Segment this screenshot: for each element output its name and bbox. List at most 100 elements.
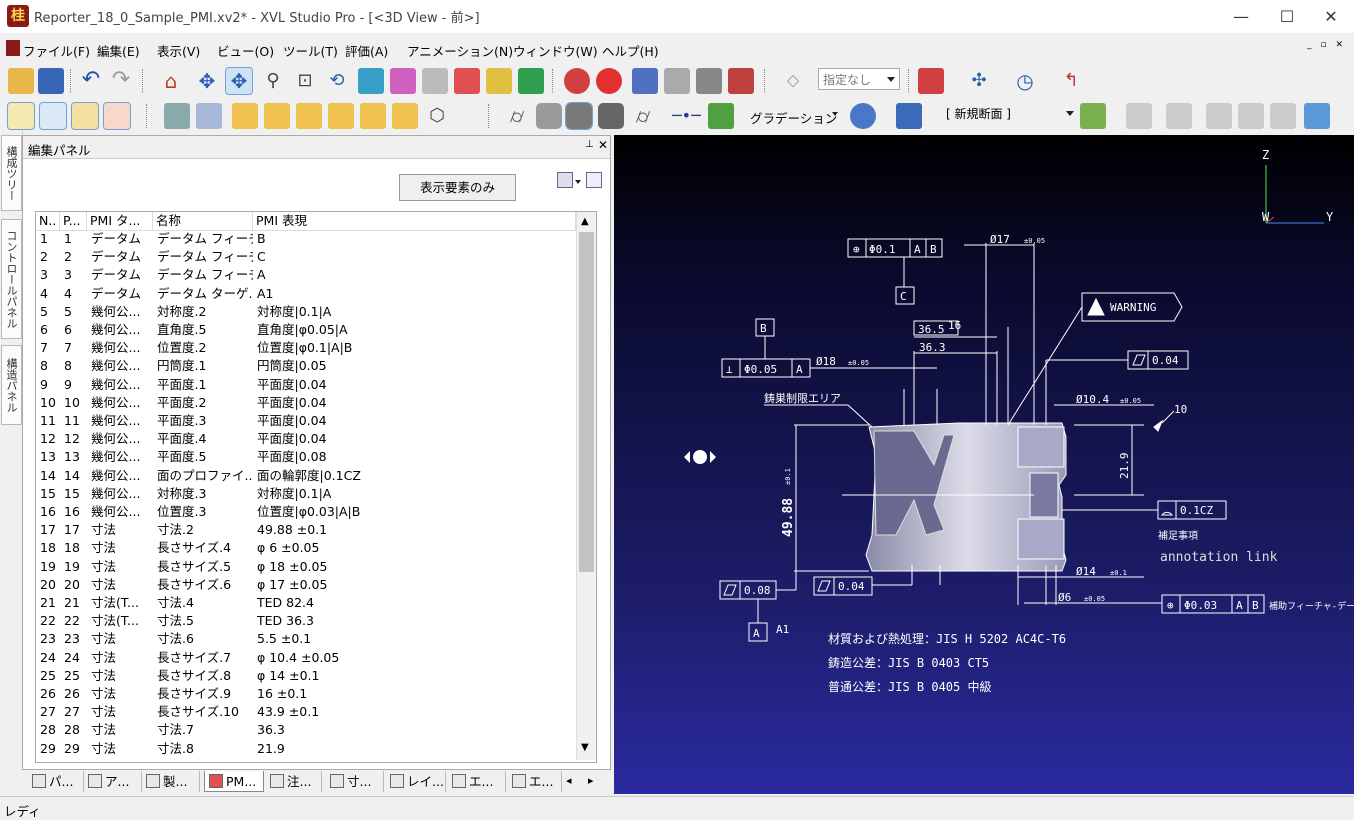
zoom-icon[interactable]: ⚲: [260, 68, 286, 94]
tab-layers[interactable]: レイ...: [386, 771, 446, 792]
columns-icon[interactable]: [557, 172, 573, 188]
view-front-icon[interactable]: [232, 103, 258, 129]
select-part-icon[interactable]: [358, 68, 384, 94]
table-row[interactable]: 22 データムデータム フィーチ...C: [36, 248, 576, 266]
document-icon[interactable]: [6, 40, 20, 56]
table-row[interactable]: 5 5 幾何公... 対称度.2 対称度|0.1|A: [36, 303, 576, 321]
section-icon[interactable]: [632, 68, 658, 94]
pan-icon[interactable]: ✥: [194, 68, 220, 94]
view-right-icon[interactable]: [328, 103, 354, 129]
panel-close-icon[interactable]: ✕: [598, 138, 608, 152]
sphere-icon[interactable]: [564, 68, 590, 94]
maximize-button[interactable]: ☐: [1264, 0, 1310, 33]
table-row[interactable]: 28 28 寸法 寸法.7 36.3: [36, 721, 576, 739]
open-icon[interactable]: [8, 68, 34, 94]
tab-notes[interactable]: 注...: [266, 771, 322, 792]
rotate-icon[interactable]: ✥: [225, 67, 253, 95]
table-row[interactable]: 7 7 幾何公... 位置度.2 位置度|φ0.1|A|B: [36, 339, 576, 357]
table-row[interactable]: 11 11 幾何公... 平面度.3 平面度|0.04: [36, 412, 576, 430]
table-row[interactable]: 9 9 幾何公... 平面度.1 平面度|0.04: [36, 376, 576, 394]
table-row[interactable]: 8 8 幾何公... 円筒度.1 円筒度|0.05: [36, 357, 576, 375]
filter-icon[interactable]: ⬦: [780, 68, 806, 94]
explode-icon[interactable]: [918, 68, 944, 94]
gradation-icon[interactable]: [708, 103, 734, 129]
table-row[interactable]: 20 20 寸法 長さサイズ.6 φ 17 ±0.05: [36, 576, 576, 594]
tab-structure-tree[interactable]: 構成ツリー: [1, 135, 22, 211]
mdi-window-buttons[interactable]: _ ▫ ✕: [1307, 40, 1346, 50]
pmi-icon[interactable]: [454, 68, 480, 94]
column-header[interactable]: N..: [36, 212, 60, 230]
table-row[interactable]: 12 12 幾何公... 平面度.4 平面度|0.04: [36, 430, 576, 448]
clearance-icon[interactable]: [728, 68, 754, 94]
hidden-line-icon[interactable]: [598, 103, 624, 129]
section-tool2-icon[interactable]: [1166, 103, 1192, 129]
part-model[interactable]: [865, 422, 1067, 572]
transparent-icon[interactable]: ⌭: [630, 103, 656, 129]
menu-help[interactable]: ヘルプ(H): [602, 41, 659, 60]
reset-icon[interactable]: ↰: [1058, 68, 1084, 94]
table-row[interactable]: 14 14 幾何公... 面のプロファイ... 面の輪郭度|0.1CZ: [36, 467, 576, 485]
move-icon[interactable]: ✣: [966, 68, 992, 94]
close-button[interactable]: ✕: [1308, 0, 1354, 33]
section-tool6-icon[interactable]: [1304, 103, 1330, 129]
table-row[interactable]: 24 24 寸法 長さサイズ.7 φ 10.4 ±0.05: [36, 649, 576, 667]
redo-icon[interactable]: ↷: [108, 68, 134, 94]
table-row[interactable]: 21 21 寸法(T... 寸法.4 TED 82.4: [36, 594, 576, 612]
markup-icon[interactable]: [486, 68, 512, 94]
3d-viewport[interactable]: Z Y W ⊕ Φ0.1 A B C Ø17 ±0.05 WARNING 36.…: [614, 135, 1354, 794]
table-row[interactable]: 22 22 寸法(T... 寸法.5 TED 36.3: [36, 612, 576, 630]
tab-dimensions[interactable]: 寸...: [326, 771, 384, 792]
zoom-box-icon[interactable]: ⊡: [292, 68, 318, 94]
table-row[interactable]: 33 データムデータム フィーチ...A: [36, 266, 576, 284]
column-header[interactable]: PMI タ...: [87, 212, 153, 230]
section-tool4-icon[interactable]: [1238, 103, 1264, 129]
scroll-thumb[interactable]: [579, 232, 594, 572]
wireframe-icon[interactable]: ⌭: [504, 103, 530, 129]
vertical-scrollbar[interactable]: ▲ ▼: [576, 212, 596, 760]
table-row[interactable]: 23 23 寸法 寸法.6 5.5 ±0.1: [36, 630, 576, 648]
view-bottom-icon[interactable]: [392, 103, 418, 129]
edit-panel-icon[interactable]: [71, 102, 99, 130]
tab-elements[interactable]: エ...: [448, 771, 506, 792]
list-view-icon[interactable]: [586, 172, 602, 188]
distance-icon[interactable]: [664, 68, 690, 94]
display-mode-icon[interactable]: [164, 103, 190, 129]
table-row[interactable]: 16 16 幾何公... 位置度.3 位置度|φ0.03|A|B: [36, 503, 576, 521]
column-header[interactable]: 名称: [153, 212, 253, 230]
scroll-down-icon[interactable]: ▼: [581, 742, 589, 753]
table-row[interactable]: 26 26 寸法 長さサイズ.9 16 ±0.1: [36, 685, 576, 703]
tab-elements-2[interactable]: エ...: [508, 771, 562, 792]
undo-icon[interactable]: ↶: [78, 68, 104, 94]
tab-pmi[interactable]: PM...: [204, 771, 264, 792]
view-back-icon[interactable]: [264, 103, 290, 129]
table-row[interactable]: 4 4 データム データム ターゲ... A1: [36, 285, 576, 303]
minimize-button[interactable]: —: [1218, 0, 1264, 33]
pmi-drawing[interactable]: Z Y W ⊕ Φ0.1 A B C Ø17 ±0.05 WARNING 36.…: [614, 135, 1354, 794]
scroll-up-icon[interactable]: ▲: [581, 216, 589, 227]
section-tool5-icon[interactable]: [1270, 103, 1296, 129]
table-row[interactable]: 15 15 幾何公... 対称度.3 対称度|0.1|A: [36, 485, 576, 503]
table-row[interactable]: 13 13 幾何公... 平面度.5 平面度|0.08: [36, 448, 576, 466]
tab-structure-panel[interactable]: 構造パネル: [1, 345, 22, 425]
tab-control-panel[interactable]: コントロールパネル: [1, 219, 22, 339]
menu-edit[interactable]: 編集(E): [97, 41, 140, 60]
show-only-button[interactable]: 表示要素のみ: [399, 174, 516, 201]
menu-view[interactable]: 表示(V): [157, 41, 200, 60]
view-iso-icon[interactable]: ⬡: [424, 103, 450, 129]
section-tool1-icon[interactable]: [1126, 103, 1152, 129]
fit-icon[interactable]: ⟲: [324, 68, 350, 94]
app-icon[interactable]: 桂: [7, 5, 29, 27]
annotation-link[interactable]: annotation link: [1160, 550, 1278, 565]
menu-animation[interactable]: アニメーション(N): [407, 41, 513, 60]
table-row[interactable]: 25 25 寸法 長さサイズ.8 φ 14 ±0.1: [36, 667, 576, 685]
measure-icon[interactable]: [422, 68, 448, 94]
color-icon[interactable]: [518, 68, 544, 94]
tab-manufacture[interactable]: 製...: [142, 771, 200, 792]
menu-camera[interactable]: ビュー(O): [217, 41, 274, 60]
table-row[interactable]: 10 10 幾何公... 平面度.2 平面度|0.04: [36, 394, 576, 412]
line-icon[interactable]: ─•─: [672, 103, 701, 129]
shaded-icon[interactable]: [536, 103, 562, 129]
view-top-icon[interactable]: [360, 103, 386, 129]
background-icon[interactable]: [850, 103, 876, 129]
section-combo[interactable]: [ 新規断面 ]: [942, 103, 1078, 125]
